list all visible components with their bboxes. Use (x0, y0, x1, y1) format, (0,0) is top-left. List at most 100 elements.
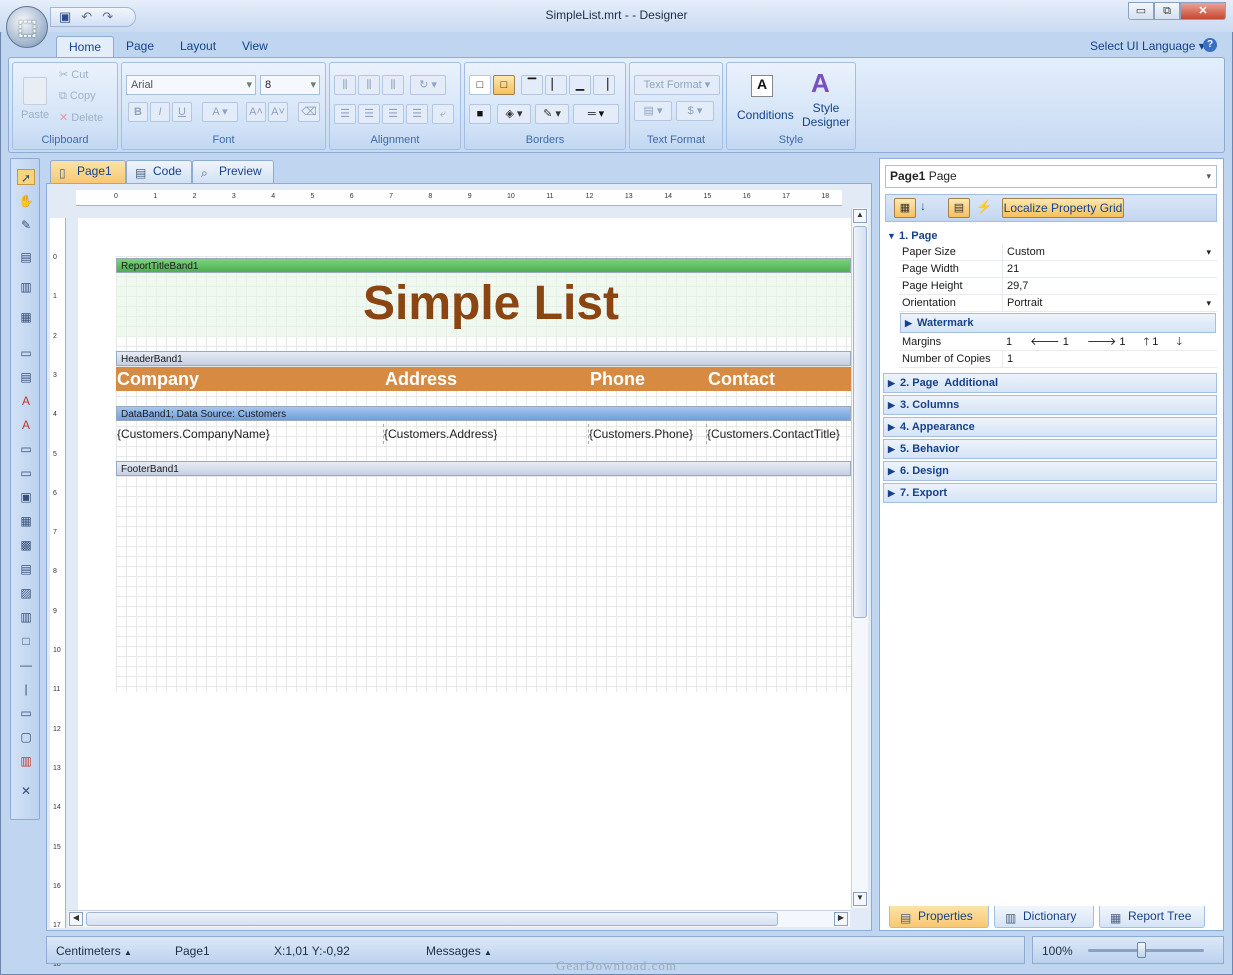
vertical-scroll-thumb[interactable] (853, 226, 867, 618)
property-page-width[interactable]: Page Width 21 (899, 261, 1217, 278)
zoom-slider-thumb[interactable] (1137, 942, 1146, 958)
align-center-button[interactable]: ☰ (358, 104, 380, 124)
field-contact-title[interactable]: {Customers.ContactTitle} (707, 424, 851, 444)
text-tool-icon[interactable]: ▭ (17, 345, 35, 361)
component-tool-icon[interactable]: ▦ (17, 309, 35, 325)
close-button[interactable]: ✕ (1180, 2, 1226, 20)
cut-button[interactable]: ✂ Cut (59, 68, 88, 81)
application-menu-button[interactable]: ⬚ (6, 6, 48, 48)
minimize-button[interactable]: ▭ (1128, 2, 1154, 20)
column-header-company[interactable]: Company (116, 367, 384, 391)
categorized-button[interactable]: ▦ (894, 198, 916, 218)
tab-page1[interactable]: ▯ Page1 (50, 160, 126, 183)
category-appearance[interactable]: ▶ 4. Appearance (883, 417, 1217, 437)
property-orientation[interactable]: Orientation Portrait ▾ (899, 295, 1217, 312)
localize-property-grid-button[interactable]: Localize Property Grid (1002, 198, 1124, 218)
underline-button[interactable]: U (172, 102, 192, 122)
font-size-combo[interactable]: 8 ▾ (260, 75, 320, 95)
shape-tool-icon[interactable]: □ (17, 633, 35, 649)
tab-properties[interactable]: ▤ Properties (889, 906, 989, 928)
image-tool-icon[interactable]: ▨ (17, 585, 35, 601)
category-export[interactable]: ▶ 7. Export (883, 483, 1217, 503)
footer-band-header[interactable]: FooterBand1 (116, 461, 851, 476)
tab-code[interactable]: ▤ Code (126, 160, 192, 183)
dropdown-icon[interactable]: ▾ (1206, 244, 1211, 260)
align-middle-button[interactable]: ⫼ (358, 75, 380, 95)
restore-button[interactable]: ⧉ (1154, 2, 1180, 20)
category-design[interactable]: ▶ 6. Design (883, 461, 1217, 481)
help-icon[interactable]: ? (1203, 38, 1217, 52)
border-all-button[interactable]: □ (469, 75, 491, 95)
field-address[interactable]: {Customers.Address} (384, 424, 589, 444)
scroll-right-button[interactable]: ▶ (834, 912, 848, 926)
border-none-button[interactable]: □ (493, 75, 515, 95)
category-behavior[interactable]: ▶ 5. Behavior (883, 439, 1217, 459)
field-company-name[interactable]: {Customers.CompanyName} (117, 424, 384, 444)
column-header-contact[interactable]: Contact (707, 367, 851, 391)
border-top-button[interactable]: ▔ (521, 75, 543, 95)
property-margins[interactable]: Margins 1 🡐 1 🡒 1 🡑 1 🡓 (899, 334, 1217, 351)
select-ui-language-menu[interactable]: Select UI Language ▾ (1090, 39, 1205, 53)
tab-preview[interactable]: ⌕ Preview (192, 160, 274, 183)
tab-layout[interactable]: Layout (168, 36, 228, 58)
report-title-text[interactable]: Simple List (116, 276, 851, 332)
format-button-1[interactable]: ▤ ▾ (634, 101, 672, 121)
alphabetical-button[interactable]: ↓ (920, 199, 940, 213)
cross-tab-icon[interactable]: ▩ (17, 537, 35, 553)
align-top-button[interactable]: ⫼ (334, 75, 356, 95)
delete-button[interactable]: ✕ Delete (59, 111, 103, 124)
tab-view[interactable]: View (230, 36, 280, 58)
property-page-height[interactable]: Page Height 29,7 (899, 278, 1217, 295)
column-header-address[interactable]: Address (384, 367, 589, 391)
rounded-rectangle-icon[interactable]: ▢ (17, 729, 35, 745)
events-button[interactable]: ⚡ (976, 199, 992, 215)
barcode-tool-icon[interactable]: ▥ (17, 609, 35, 625)
text-in-cells-icon[interactable]: A (17, 417, 35, 433)
tab-page[interactable]: Page (114, 36, 166, 58)
grow-font-button[interactable]: A˄ (246, 102, 266, 122)
category-columns[interactable]: ▶ 3. Columns (883, 395, 1217, 415)
border-bottom-button[interactable]: ▁ (569, 75, 591, 95)
messages-button[interactable]: Messages ▲ (426, 944, 492, 958)
field-phone[interactable]: {Customers.Phone} (589, 424, 707, 444)
table-tool-icon[interactable]: ▦ (17, 513, 35, 529)
label-tool-icon[interactable]: A (17, 393, 35, 409)
border-right-button[interactable]: ▕ (593, 75, 615, 95)
font-family-combo[interactable]: Arial ▾ (126, 75, 256, 95)
paste-button[interactable]: Paste (21, 109, 49, 121)
rotate-button[interactable]: ↻ ▾ (410, 75, 446, 95)
italic-button[interactable]: I (150, 102, 170, 122)
clone-tool-icon[interactable]: ▭ (17, 465, 35, 481)
data-band-header[interactable]: DataBand1; Data Source: Customers (116, 406, 851, 421)
shrink-font-button[interactable]: A˅ (268, 102, 288, 122)
report-title-band-header[interactable]: ReportTitleBand1 (116, 258, 851, 273)
fill-color-button[interactable]: ◈ ▾ (497, 104, 531, 124)
zoom-slider[interactable] (1088, 949, 1204, 952)
horizontal-scroll-thumb[interactable] (86, 912, 778, 926)
horizontal-line-icon[interactable]: — (17, 657, 35, 673)
word-wrap-button[interactable]: ⤶ (432, 104, 454, 124)
format-button-2[interactable]: $ ▾ (676, 101, 714, 121)
border-color-button[interactable]: ✎ ▾ (535, 104, 569, 124)
system-text-icon[interactable]: ▤ (17, 561, 35, 577)
subcategory-watermark[interactable]: ▶ Watermark (900, 313, 1216, 333)
shadow-button[interactable]: ■ (469, 104, 491, 124)
scroll-down-button[interactable]: ▼ (853, 892, 867, 906)
pan-tool-icon[interactable]: ✋ (17, 193, 35, 209)
tab-home[interactable]: Home (56, 36, 115, 58)
tab-dictionary[interactable]: ▥ Dictionary (994, 906, 1094, 928)
cross-band-tool-icon[interactable]: ▥ (17, 279, 35, 295)
text-format-button[interactable]: Text Format ▾ (634, 75, 720, 95)
align-bottom-button[interactable]: ⫼ (382, 75, 404, 95)
format-painter-icon[interactable]: ✎ (17, 217, 35, 233)
other-tools-icon[interactable]: ✕ (17, 783, 35, 799)
border-style-button[interactable]: ═ ▾ (573, 104, 619, 124)
band-tool-icon[interactable]: ▤ (17, 249, 35, 265)
property-pages-button[interactable]: ▤ (948, 198, 970, 218)
tab-report-tree[interactable]: ▦ Report Tree (1099, 906, 1205, 928)
header-band-header[interactable]: HeaderBand1 (116, 351, 851, 366)
sub-report-icon[interactable]: ▣ (17, 489, 35, 505)
scroll-up-button[interactable]: ▲ (853, 209, 867, 223)
conditions-button[interactable]: Conditions (737, 108, 794, 122)
border-left-button[interactable]: ▏ (545, 75, 567, 95)
